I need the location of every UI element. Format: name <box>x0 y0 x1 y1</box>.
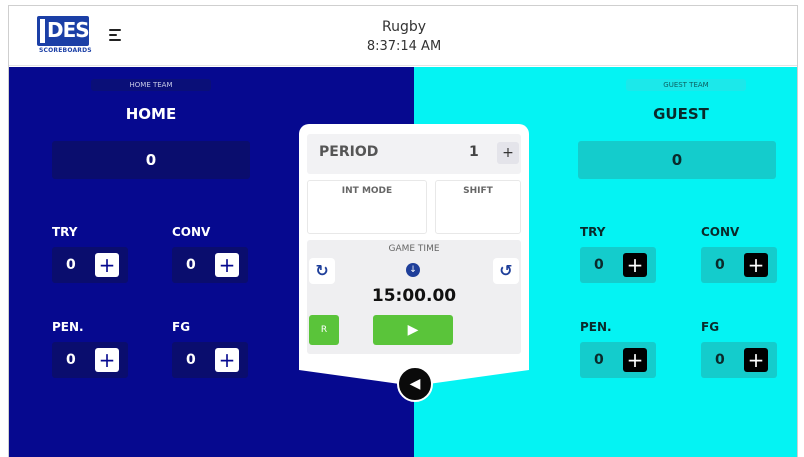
int-mode-button[interactable]: INT MODE <box>307 180 427 234</box>
refresh-icon[interactable]: ↻ <box>309 258 335 284</box>
guest-team-tag: GUEST TEAM <box>626 79 746 91</box>
guest-score[interactable]: 0 <box>578 141 776 179</box>
period-label: PERIOD <box>319 144 379 160</box>
home-fg-value: 0 <box>186 352 196 368</box>
guest-pen-plus-button[interactable]: + <box>623 348 647 372</box>
sport-title: Rugby <box>381 19 427 35</box>
guest-pen-label: PEN. <box>580 320 612 334</box>
undo-icon[interactable]: ↺ <box>493 258 519 284</box>
guest-try-label: TRY <box>580 225 606 239</box>
home-try-plus-button[interactable]: + <box>95 253 119 277</box>
play-icon: ▶ <box>407 322 419 338</box>
home-team-tag: HOME TEAM <box>91 79 211 91</box>
guest-conv-label: CONV <box>701 225 740 239</box>
home-team-name[interactable]: HOME <box>51 105 251 123</box>
home-pen-plus-button[interactable]: + <box>95 348 119 372</box>
guest-pen-value: 0 <box>594 352 604 368</box>
guest-pen-box: 0 + <box>580 342 656 378</box>
home-fg-label: FG <box>172 320 191 334</box>
home-conv-value: 0 <box>186 257 196 273</box>
horn-icon[interactable]: ◀ <box>397 366 433 402</box>
guest-try-box: 0 + <box>580 247 656 283</box>
period-plus-button[interactable]: + <box>497 142 519 164</box>
game-time-area: GAME TIME ↻ ↓ ↺ 15:00.00 R ▶ <box>307 240 521 354</box>
home-fg-box: 0 + <box>172 342 248 378</box>
guest-team-name[interactable]: GUEST <box>581 105 781 123</box>
guest-fg-label: FG <box>701 320 720 334</box>
guest-conv-box: 0 + <box>701 247 777 283</box>
home-conv-box: 0 + <box>172 247 248 283</box>
period-value: 1 <box>469 144 479 160</box>
guest-fg-plus-button[interactable]: + <box>744 348 768 372</box>
play-button[interactable]: ▶ <box>373 315 453 345</box>
shift-button[interactable]: SHIFT <box>435 180 521 234</box>
period-row: PERIOD 1 + <box>307 134 521 174</box>
guest-conv-plus-button[interactable]: + <box>744 253 768 277</box>
guest-fg-box: 0 + <box>701 342 777 378</box>
game-time-value: 15:00.00 <box>371 286 457 306</box>
home-try-label: TRY <box>52 225 78 239</box>
game-control-card: PERIOD 1 + INT MODE SHIFT GAME TIME ↻ ↓ … <box>299 124 529 364</box>
home-score[interactable]: 0 <box>52 141 250 179</box>
guest-conv-value: 0 <box>715 257 725 273</box>
home-conv-label: CONV <box>172 225 211 239</box>
home-fg-plus-button[interactable]: + <box>215 348 239 372</box>
arrow-down-icon[interactable]: ↓ <box>406 263 420 277</box>
home-try-value: 0 <box>66 257 76 273</box>
app-frame: DES SCOREBOARDS Rugby 8:37:14 AM HOME TE… <box>8 5 798 457</box>
app-header: DES SCOREBOARDS Rugby 8:37:14 AM <box>9 6 797 66</box>
reset-button[interactable]: R <box>309 315 339 345</box>
guest-try-plus-button[interactable]: + <box>623 253 647 277</box>
home-pen-label: PEN. <box>52 320 84 334</box>
clock-time: 8:37:14 AM <box>366 39 442 54</box>
guest-try-value: 0 <box>594 257 604 273</box>
home-conv-plus-button[interactable]: + <box>215 253 239 277</box>
home-pen-value: 0 <box>66 352 76 368</box>
home-try-box: 0 + <box>52 247 128 283</box>
guest-fg-value: 0 <box>715 352 725 368</box>
home-pen-box: 0 + <box>52 342 128 378</box>
game-time-label: GAME TIME <box>388 244 440 254</box>
